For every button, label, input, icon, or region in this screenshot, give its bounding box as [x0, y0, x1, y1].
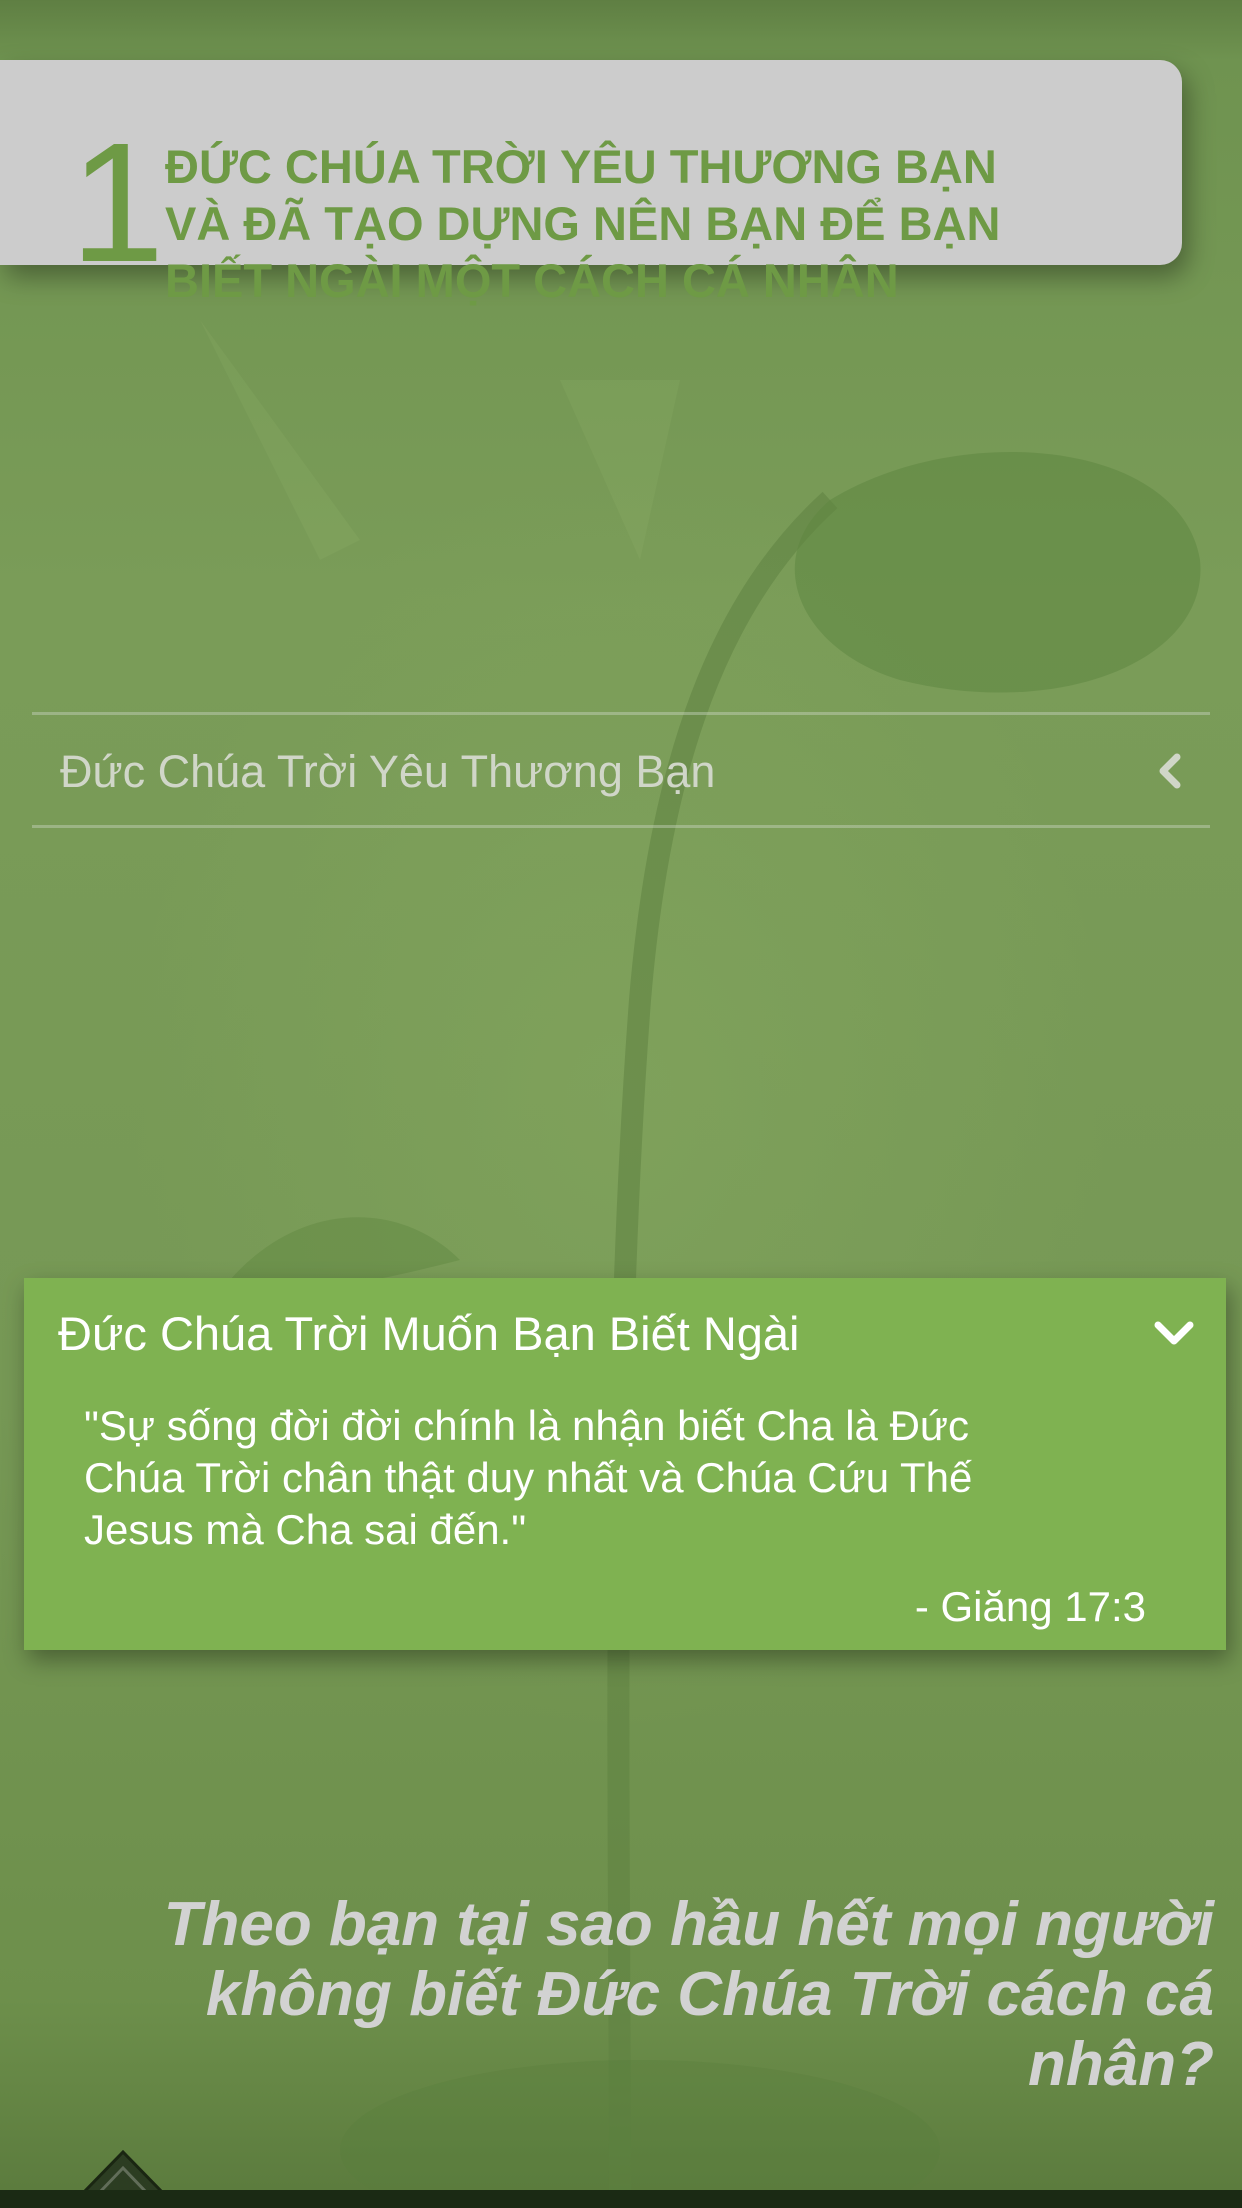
chevron-down-icon[interactable] — [1152, 1316, 1196, 1352]
accordion-item-collapsed[interactable]: Đức Chúa Trời Yêu Thương Bạn — [32, 712, 1210, 828]
discussion-question-line: không biết Đức Chúa Trời cách cá — [205, 1960, 1214, 2029]
plant-background-image — [200, 320, 1201, 2208]
chevron-up-icon[interactable] — [78, 2148, 168, 2194]
discussion-question: Theo bạn tại sao hầu hết mọi người không… — [140, 1890, 1214, 2100]
step-title-line: BIẾT NGÀI MỘT CÁCH CÁ NHÂN — [165, 254, 899, 307]
step-number: 1 — [70, 108, 165, 298]
accordion-item-label: Đức Chúa Trời Yêu Thương Bạn — [60, 746, 716, 797]
scripture-quote-line: Chúa Trời chân thật duy nhất và Chúa Cứu… — [84, 1454, 973, 1501]
discussion-question-line: Theo bạn tại sao hầu hết mọi người — [163, 1890, 1214, 1959]
step-title-line: ĐỨC CHÚA TRỜI YÊU THƯƠNG BẠN — [165, 140, 997, 193]
accordion-panel-title: Đức Chúa Trời Muốn Bạn Biết Ngài — [58, 1307, 800, 1360]
chevron-left-icon — [1159, 753, 1181, 789]
accordion-item-expanded[interactable]: Đức Chúa Trời Muốn Bạn Biết Ngài "Sự sốn… — [24, 1278, 1226, 1650]
step-title: ĐỨC CHÚA TRỜI YÊU THƯƠNG BẠN VÀ ĐÃ TẠO D… — [165, 138, 1125, 309]
step-header-card: 1 ĐỨC CHÚA TRỜI YÊU THƯƠNG BẠN VÀ ĐÃ TẠO… — [0, 60, 1182, 307]
scripture-reference: - Giăng 17:3 — [914, 1583, 1146, 1630]
scripture-quote: "Sự sống đời đời chính là nhận biết Cha … — [84, 1400, 1094, 1556]
discussion-question-line: nhân? — [1028, 2030, 1214, 2099]
bottom-bar — [0, 2190, 1242, 2208]
scripture-quote-line: "Sự sống đời đời chính là nhận biết Cha … — [84, 1402, 970, 1449]
step-title-line: VÀ ĐÃ TẠO DỰNG NÊN BẠN ĐỂ BẠN — [165, 197, 1001, 250]
scripture-quote-line: Jesus mà Cha sai đến." — [84, 1506, 527, 1553]
